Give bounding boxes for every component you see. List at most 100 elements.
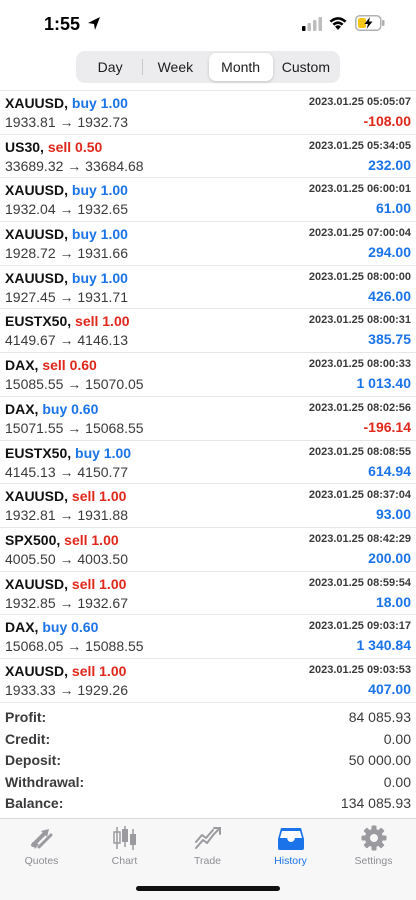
cellular-signal-icon — [302, 17, 322, 31]
trade-prices: 15085.55 → 15070.05 — [5, 376, 144, 393]
trade-symbol-name: XAUUSD, — [5, 662, 69, 679]
status-time: 1:55 — [44, 14, 81, 34]
location-arrow-icon — [88, 17, 100, 30]
summary-deposit-label: Deposit: — [5, 752, 61, 769]
trade-side-volume: buy 1.00 — [71, 95, 128, 111]
trade-symbol-name: XAUUSD, — [5, 269, 69, 286]
trade-symbol-name: US30, — [5, 138, 44, 155]
summary-profit-row: Profit: 84 085.93 — [0, 707, 416, 729]
trade-symbol-name: XAUUSD, — [5, 226, 69, 243]
trade-time: 2023.01.25 08:00:33 — [308, 358, 411, 371]
trade-profit: -108.00 — [363, 113, 411, 129]
trade-time: 2023.01.25 08:37:04 — [308, 489, 411, 502]
trade-symbol-name: DAX, — [5, 400, 39, 417]
trade-time: 2023.01.25 08:00:31 — [308, 314, 411, 327]
account-summary: Profit: 84 085.93 Credit: 0.00 Deposit: … — [0, 707, 416, 815]
trade-symbol: XAUUSD, buy 1.00 — [5, 270, 128, 286]
trade-side-volume: sell 1.00 — [71, 488, 127, 505]
summary-withdrawal-label: Withdrawal: — [5, 773, 85, 790]
trade-prices: 1933.81 → 1932.73 — [5, 114, 128, 130]
trade-side-volume: sell 1.00 — [75, 313, 130, 330]
tab-quotes-label: Quotes — [24, 855, 59, 867]
tab-history-label: History — [274, 855, 307, 867]
tab-quotes[interactable]: Quotes — [0, 825, 83, 871]
trade-row[interactable]: XAUUSD, buy 1.00 1932.04 → 1932.65 2023.01… — [0, 178, 416, 223]
trade-row[interactable]: XAUUSD, buy 1.00 1927.45 → 1931.71 2023.01… — [0, 266, 416, 310]
quotes-arrows-icon — [30, 829, 52, 849]
trade-prices: 1932.04 → 1932.65 — [5, 201, 128, 218]
trade-row[interactable]: EUSTX50, buy 1.00 4145.13 → 4150.77 2023.0… — [0, 441, 416, 485]
trade-row[interactable]: SPX500, sell 1.00 4005.50 → 4003.50 2023.0… — [0, 528, 416, 572]
trade-row[interactable]: DAX, buy 0.60 15068.05 → 15088.55 2023.01.… — [0, 615, 416, 659]
trade-row[interactable]: DAX, buy 0.60 15071.55 → 15068.55 2023.01.… — [0, 397, 416, 441]
trade-prices: 4005.50 → 4003.50 — [5, 550, 128, 567]
summary-credit-row: Credit: 0.00 — [0, 729, 416, 751]
tab-trade[interactable]: Trade — [166, 825, 249, 871]
summary-withdrawal-row: Withdrawal: 0.00 — [0, 772, 416, 794]
trade-symbol: SPX500, sell 1.00 — [5, 532, 119, 548]
period-tab-month[interactable]: Month — [208, 53, 273, 81]
summary-credit-value: 0.00 — [383, 730, 411, 747]
trade-symbol: US30, sell 0.50 — [5, 139, 102, 155]
trade-side-volume: sell 1.00 — [71, 662, 127, 679]
trade-symbol-name: SPX500, — [5, 531, 61, 548]
trade-side-volume: buy 1.00 — [71, 182, 128, 199]
trade-prices: 15068.05 → 15088.55 — [5, 638, 144, 655]
candlestick-chart-icon — [112, 826, 136, 850]
wifi-icon — [329, 17, 347, 30]
tab-settings[interactable]: Settings — [332, 825, 415, 871]
trade-prices: 15071.55 → 15068.55 — [5, 419, 144, 436]
trade-profit: 1 013.40 — [356, 375, 412, 392]
trade-time: 2023.01.25 09:03:17 — [308, 620, 411, 633]
period-tab-week[interactable]: Week — [143, 53, 207, 81]
trade-row[interactable]: EUSTX50, sell 1.00 4149.67 → 4146.13 2023.… — [0, 309, 416, 354]
trade-profit: 61.00 — [375, 200, 411, 217]
status-bar: 1:55 — [0, 0, 416, 50]
trade-symbol-name: EUSTX50, — [5, 313, 72, 330]
trade-row[interactable]: DAX, sell 0.60 15085.55 → 15070.05 2023.01… — [0, 353, 416, 397]
trade-prices: 1933.33 → 1929.26 — [5, 681, 128, 698]
trade-row[interactable]: XAUUSD, buy 1.00 1928.72 → 1931.66 2023.01… — [0, 222, 416, 266]
trade-row[interactable]: US30, sell 0.50 33689.32 → 33684.68 2023.0… — [0, 135, 416, 179]
trade-symbol: XAUUSD, sell 1.00 — [5, 663, 126, 679]
trade-row[interactable]: XAUUSD, sell 1.00 1933.33 → 1929.26 2023.0… — [0, 659, 416, 703]
tab-chart-label: Chart — [111, 855, 138, 867]
trade-symbol-name: XAUUSD, — [5, 95, 69, 111]
trade-symbol: XAUUSD, buy 1.00 — [5, 226, 128, 242]
trade-symbol-name: XAUUSD, — [5, 575, 69, 592]
inbox-tray-icon — [277, 828, 304, 850]
trade-line-chart-icon — [194, 827, 221, 849]
trade-prices: 1928.72 → 1931.66 — [5, 245, 128, 262]
trade-row[interactable]: XAUUSD, buy 1.00 1933.81 → 1932.73 2023.01… — [0, 91, 416, 135]
trade-time: 2023.01.25 09:03:53 — [308, 663, 411, 676]
tab-history[interactable]: History — [249, 825, 332, 871]
trade-symbol: EUSTX50, buy 1.00 — [5, 445, 131, 461]
trade-row[interactable]: XAUUSD, sell 1.00 1932.81 → 1931.88 2023.0… — [0, 484, 416, 528]
trade-prices: 1932.85 → 1932.67 — [5, 594, 128, 611]
trade-profit: 407.00 — [368, 680, 411, 697]
summary-credit-label: Credit: — [5, 730, 51, 747]
trade-side-volume: sell 0.50 — [47, 138, 103, 155]
trade-profit: 232.00 — [368, 156, 411, 173]
trade-symbol-name: XAUUSD, — [5, 182, 69, 199]
summary-withdrawal-value: 0.00 — [383, 773, 411, 790]
trade-time: 2023.01.25 08:02:56 — [308, 401, 411, 414]
trade-prices: 1932.81 → 1931.88 — [5, 507, 128, 524]
period-tab-day[interactable]: Day — [78, 53, 142, 81]
trade-prices: 1927.45 → 1931.71 — [5, 288, 128, 305]
trade-profit: 614.94 — [368, 462, 411, 479]
trade-row[interactable]: XAUUSD, sell 1.00 1932.85 → 1932.67 2023.0… — [0, 572, 416, 616]
summary-profit-value: 84 085.93 — [348, 709, 411, 725]
summary-balance-row: Balance: 134 085.93 — [0, 793, 416, 815]
trade-symbol: DAX, buy 0.60 — [5, 401, 98, 417]
trade-symbol-name: DAX, — [5, 619, 39, 636]
tab-chart[interactable]: Chart — [83, 825, 166, 871]
trade-symbol-name: XAUUSD, — [5, 488, 69, 505]
trade-profit: 200.00 — [368, 549, 411, 566]
summary-balance-label: Balance: — [5, 795, 64, 812]
gear-icon — [361, 825, 386, 851]
summary-deposit-value: 50 000.00 — [348, 752, 411, 769]
tab-settings-label: Settings — [354, 855, 393, 867]
period-tab-custom[interactable]: Custom — [274, 53, 338, 81]
trade-profit: 1 340.84 — [356, 637, 412, 654]
